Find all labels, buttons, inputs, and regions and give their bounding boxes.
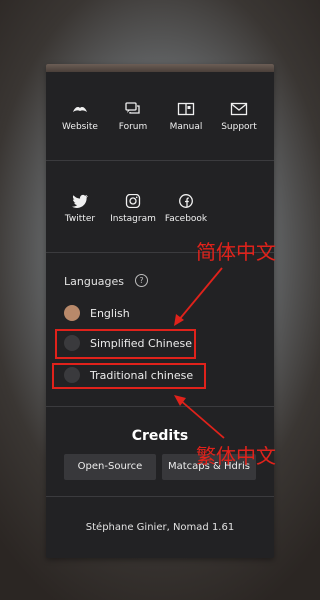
annotation-arrows [174, 267, 225, 439]
arrow-line [179, 399, 225, 439]
arrow-line [177, 267, 223, 322]
